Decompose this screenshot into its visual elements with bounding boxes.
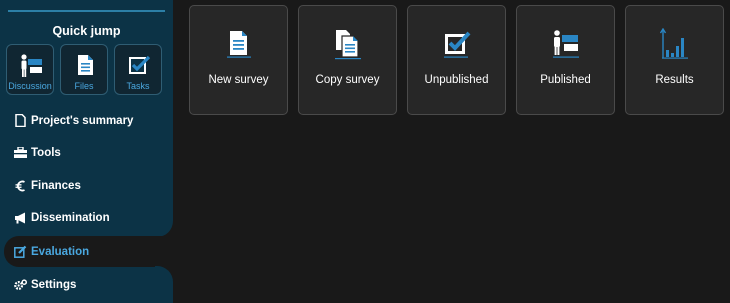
sidebar-item-finances[interactable]: Finances (0, 170, 173, 201)
quick-jump-tasks[interactable]: Tasks (114, 44, 162, 95)
quick-jump-label: Files (74, 81, 94, 91)
results-card[interactable]: Results (625, 5, 724, 115)
tasks-icon (129, 55, 151, 74)
file-icon (78, 55, 93, 75)
euro-icon (14, 179, 27, 192)
copy-survey-card[interactable]: Copy survey (298, 5, 397, 115)
published-icon (553, 30, 579, 58)
active-item-curve-top (155, 219, 173, 237)
sidebar-item-evaluation[interactable]: Evaluation (4, 236, 173, 267)
toolbox-icon (14, 146, 27, 159)
discussion-icon (21, 54, 42, 77)
sidebar: Quick jump Discussion Files Tasks Projec… (0, 0, 173, 303)
card-label: New survey (208, 74, 269, 86)
sidebar-item-dissemination[interactable]: Dissemination (0, 202, 173, 233)
card-label: Results (655, 74, 694, 86)
sidebar-item-label: Project's summary (31, 114, 134, 127)
quick-jump-label: Tasks (126, 81, 150, 91)
card-label: Unpublished (424, 74, 489, 86)
sidebar-item-label: Settings (31, 278, 77, 291)
file-icon (14, 114, 27, 127)
megaphone-icon (14, 211, 27, 224)
sidebar-item-settings[interactable]: Settings (0, 269, 173, 300)
sidebar-divider (8, 10, 165, 12)
quick-jump-files[interactable]: Files (60, 44, 108, 95)
quick-jump-label: Discussion (8, 81, 52, 91)
unpublished-icon (444, 31, 471, 58)
copy-survey-icon (335, 30, 361, 60)
gears-icon (14, 278, 27, 291)
card-label: Published (540, 74, 591, 86)
new-survey-icon (227, 31, 251, 58)
new-survey-card[interactable]: New survey (189, 5, 288, 115)
sidebar-item-label: Tools (31, 146, 61, 159)
quick-jump-tiles: Discussion Files Tasks (6, 44, 162, 95)
results-icon (660, 28, 688, 59)
sidebar-item-projects-summary[interactable]: Project's summary (0, 105, 173, 136)
sidebar-item-label: Evaluation (31, 245, 90, 258)
sidebar-item-label: Finances (31, 179, 81, 192)
sidebar-item-tools[interactable]: Tools (0, 137, 173, 168)
published-card[interactable]: Published (516, 5, 615, 115)
card-label: Copy survey (315, 74, 380, 86)
sidebar-item-label: Dissemination (31, 211, 110, 224)
edit-icon (14, 245, 27, 258)
quick-jump-title: Quick jump (52, 24, 121, 38)
unpublished-card[interactable]: Unpublished (407, 5, 506, 115)
quick-jump-discussion[interactable]: Discussion (6, 44, 54, 95)
evaluation-actions: New survey Copy survey Unpublished Publi… (189, 5, 724, 115)
